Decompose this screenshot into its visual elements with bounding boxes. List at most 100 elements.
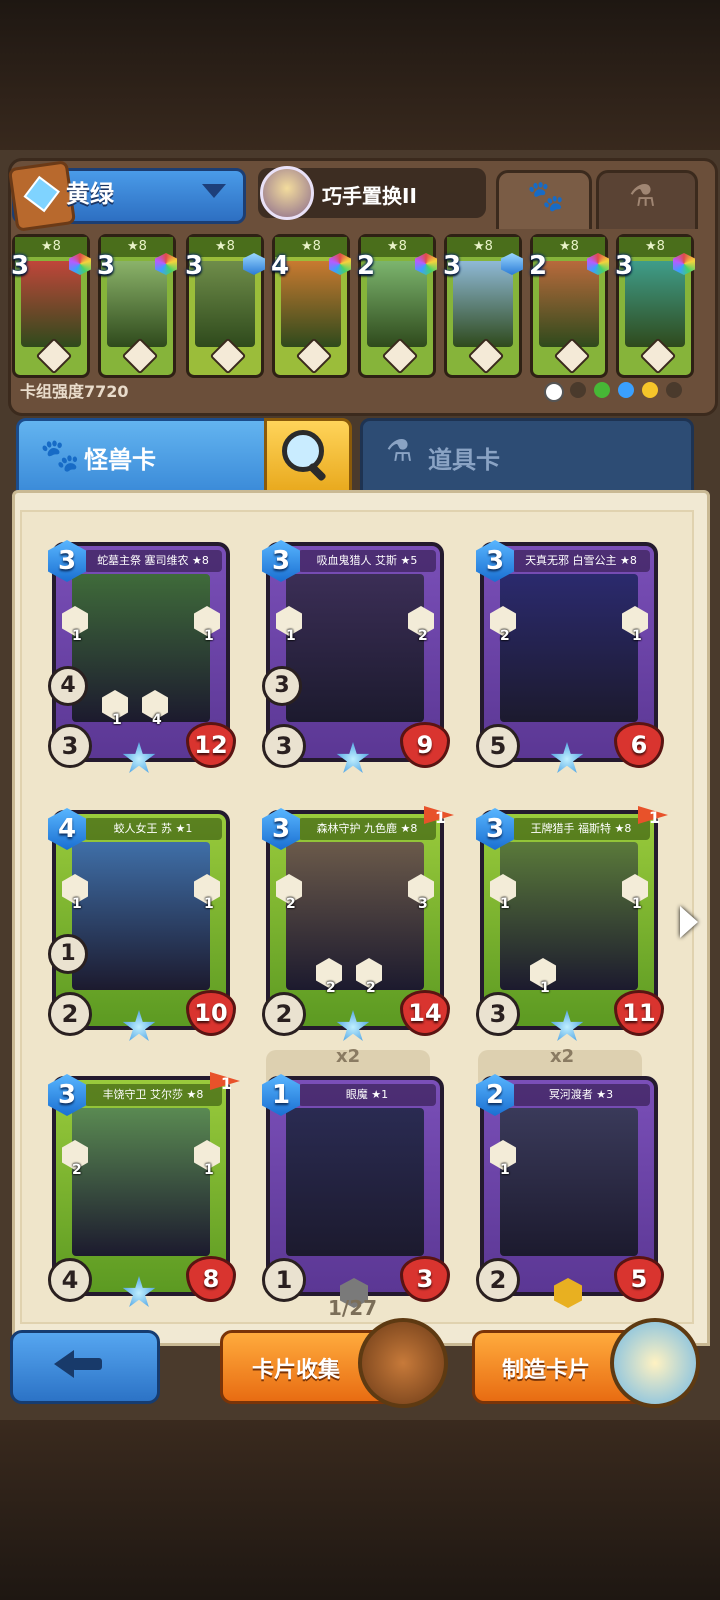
card-art <box>281 261 341 347</box>
card-art <box>286 1108 424 1256</box>
deck-card-slot[interactable]: ★8 3 <box>443 234 523 378</box>
card-book-icon[interactable] <box>358 1318 448 1408</box>
card-art <box>107 261 167 347</box>
skill-value: 1 <box>204 1162 214 1178</box>
card-count: x2 <box>550 1046 575 1067</box>
skill-value: 1 <box>204 628 214 644</box>
hero-avatar[interactable] <box>260 166 314 220</box>
skill-value: 2 <box>72 1162 82 1178</box>
card-attack: 3 <box>476 992 520 1036</box>
flag-count: 1 <box>434 808 446 827</box>
skill-value: 2 <box>500 628 510 644</box>
filter-dark-icon[interactable] <box>570 382 586 398</box>
skill-value: 3 <box>418 896 428 912</box>
skill-value: 1 <box>72 896 82 912</box>
card-title: 眼魔 ★1 <box>298 1084 436 1106</box>
card-cost: 3 <box>615 251 634 281</box>
card-attack: 2 <box>48 992 92 1036</box>
card-cost: 4 <box>271 251 290 281</box>
card-speed: 4 <box>48 666 88 706</box>
page-indicator: 1/27 <box>328 1296 378 1320</box>
card-cost: 3 <box>185 251 204 281</box>
hero-skill-name: 巧手置换II <box>322 184 417 208</box>
craft-card-label: 制造卡片 <box>502 1358 591 1383</box>
skill-value: 1 <box>112 712 122 728</box>
monster-card[interactable]: 丰饶守卫 艾尔莎 ★8 3 4 8 1 2 1 <box>48 1072 240 1307</box>
paw-jar-icon[interactable] <box>610 1318 700 1408</box>
card-art <box>500 842 638 990</box>
card-title: 森林守护 九色鹿 ★8 <box>298 818 436 840</box>
monster-card[interactable]: 蛇墓主祭 塞司维农 ★8 3 3 12 4 1 1 1 4 <box>48 540 236 773</box>
card-art <box>286 842 424 990</box>
tab-monster-deck[interactable]: 🐾 <box>496 170 592 229</box>
card-title: 蛟人女王 苏 ★1 <box>84 818 222 840</box>
monster-card[interactable]: 森林守护 九色鹿 ★8 3 2 14 1 2 3 2 2 <box>262 806 454 1041</box>
card-title: 天真无邪 白雪公主 ★8 <box>512 550 650 572</box>
potion-icon: ⚗ <box>386 434 413 469</box>
card-art <box>453 261 513 347</box>
deck-card-slot[interactable]: ★8 2 <box>357 234 437 378</box>
card-cost: 3 <box>11 251 30 281</box>
card-title: 冥河渡者 ★3 <box>512 1084 650 1106</box>
deck-card-slot[interactable]: ★8 3 <box>185 234 265 378</box>
card-attack: 2 <box>476 1258 520 1302</box>
card-attack: 3 <box>262 724 306 768</box>
deck-card-slot[interactable]: ★8 3 <box>97 234 177 378</box>
chevron-down-icon[interactable] <box>202 184 226 198</box>
top-background <box>0 0 720 160</box>
tab-item-label: 道具卡 <box>428 446 500 474</box>
card-art <box>500 1108 638 1256</box>
tab-monster-label: 怪兽卡 <box>84 446 156 474</box>
deck-name: 黄绿 <box>66 180 114 208</box>
card-title: 吸血鬼猎人 艾斯 ★5 <box>298 550 436 572</box>
paw-icon: 🐾 <box>40 436 80 474</box>
monster-card[interactable]: 眼魔 ★1 1 1 3 <box>262 1074 450 1308</box>
card-art <box>367 261 427 347</box>
deck-card-slot[interactable]: ★8 4 <box>271 234 351 378</box>
card-attack: 3 <box>48 724 92 768</box>
skill-value: 2 <box>326 980 336 996</box>
card-art <box>625 261 685 347</box>
card-speed: 3 <box>262 666 302 706</box>
filter-lightning-icon[interactable] <box>642 382 658 398</box>
potion-icon: ⚗ <box>629 179 656 214</box>
deck-card-slot[interactable]: ★8 2 <box>529 234 609 378</box>
skill-value: 1 <box>632 628 642 644</box>
skill-value: 1 <box>204 896 214 912</box>
skill-value: 1 <box>500 896 510 912</box>
card-cost: 3 <box>97 251 116 281</box>
monster-card[interactable]: 天真无邪 白雪公主 ★8 3 5 6 2 1 <box>476 540 664 773</box>
filter-nature-icon[interactable] <box>594 382 610 398</box>
card-title: 蛇墓主祭 塞司维农 ★8 <box>84 550 222 572</box>
deck-card-slot[interactable]: ★8 3 <box>11 234 91 378</box>
card-art <box>286 574 424 722</box>
monster-card[interactable]: 吸血鬼猎人 艾斯 ★5 3 3 9 3 1 2 <box>262 540 450 773</box>
next-page-arrow-icon[interactable] <box>680 906 698 938</box>
monster-card[interactable]: 王牌猎手 福斯特 ★8 3 3 11 1 1 1 1 <box>476 806 668 1041</box>
card-art <box>500 574 638 722</box>
filter-water-icon[interactable] <box>618 382 634 398</box>
card-art <box>72 1108 210 1256</box>
back-arrow-icon-bar <box>72 1358 102 1370</box>
card-art <box>72 842 210 990</box>
card-art <box>195 261 255 347</box>
flag-count: 1 <box>220 1074 232 1093</box>
filter-all-icon[interactable] <box>544 382 564 402</box>
tab-item-deck[interactable]: ⚗ <box>596 170 698 229</box>
card-attack: 4 <box>48 1258 92 1302</box>
card-count: x2 <box>336 1046 361 1067</box>
filter-fire-icon[interactable] <box>666 382 682 398</box>
monster-card[interactable]: 蛟人女王 苏 ★1 4 2 10 1 1 1 <box>48 808 236 1041</box>
card-cost: 3 <box>443 251 462 281</box>
monster-card[interactable]: 冥河渡者 ★3 2 2 5 1 <box>476 1074 664 1308</box>
skill-value: 2 <box>286 896 296 912</box>
deck-card-slot[interactable]: ★8 3 <box>615 234 695 378</box>
skill-value: 1 <box>500 1162 510 1178</box>
deck-power: 卡组强度7720 <box>20 382 129 401</box>
skill-value: 1 <box>286 628 296 644</box>
card-cost: 2 <box>357 251 376 281</box>
card-cost: 2 <box>529 251 548 281</box>
flag-count: 1 <box>648 808 660 827</box>
skill-value: 4 <box>152 712 162 728</box>
search-icon <box>282 430 324 472</box>
